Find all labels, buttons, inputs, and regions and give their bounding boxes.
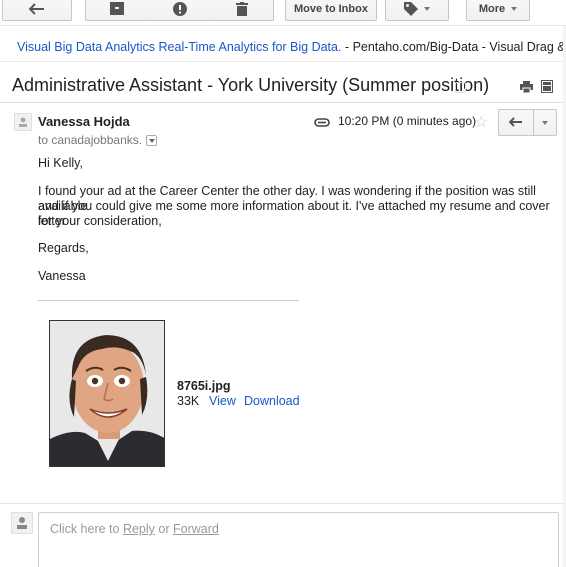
reply-box[interactable]: Click here to Reply or Forward [38, 512, 559, 567]
divider [0, 61, 566, 62]
divider [0, 503, 566, 504]
avatar [14, 113, 32, 131]
move-to-inbox-button[interactable]: Move to Inbox [285, 0, 377, 21]
attachment-size: 33K [177, 394, 200, 408]
signature: Vanessa [38, 269, 86, 283]
greeting: Hi Kelly, [38, 156, 83, 170]
chevron-down-icon [424, 6, 430, 11]
back-arrow-icon [29, 2, 44, 15]
attachment-view-link[interactable]: View [209, 394, 236, 408]
ad-banner: Visual Big Data Analytics Real-Time Anal… [17, 40, 566, 54]
chevron-down-icon [511, 6, 518, 11]
toolbar: Move to Inbox More [0, 0, 566, 26]
attachment-download-link[interactable]: Download [244, 394, 300, 408]
reply-or: or [154, 522, 173, 536]
archive-icon [110, 2, 124, 15]
forward-link[interactable]: Forward [173, 522, 219, 536]
more-label: More [478, 2, 506, 15]
reply-button[interactable] [498, 109, 534, 136]
attachment-filename: 8765i.jpg [177, 379, 231, 393]
delete-button[interactable] [211, 0, 274, 21]
sender-name[interactable]: Vanessa Hojda [38, 114, 130, 129]
ad-domain[interactable]: Pentaho.com/Big-Data [353, 40, 479, 54]
star-icon[interactable]: ☆ [474, 112, 488, 132]
timestamp: 10:20 PM (0 minutes ago) [338, 114, 477, 128]
recipients-text: to canadajobbanks. [38, 133, 143, 147]
report-spam-button[interactable] [148, 0, 212, 21]
ad-separator: - [341, 40, 353, 54]
more-button[interactable]: More [466, 0, 530, 21]
attachment-clip-icon [314, 115, 330, 130]
closing: Regards, [38, 241, 89, 255]
spam-icon [172, 1, 187, 16]
back-button[interactable] [2, 0, 72, 21]
reply-link[interactable]: Reply [123, 522, 155, 536]
message-more-button[interactable] [533, 109, 557, 136]
reply-arrow-icon [509, 117, 522, 127]
label-tag-icon [404, 1, 418, 16]
ad-link[interactable]: Visual Big Data Analytics Real-Time Anal… [17, 40, 341, 54]
person-icon [19, 117, 27, 127]
email-subject: Administrative Assistant - York Universi… [12, 75, 490, 95]
trash-icon [236, 1, 248, 16]
new-window-icon[interactable] [541, 80, 553, 96]
chevron-down-icon [542, 120, 548, 125]
avatar [11, 512, 33, 534]
print-icon[interactable] [520, 81, 533, 96]
archive-button[interactable] [85, 0, 149, 21]
attachment-divider [38, 300, 299, 301]
person-icon [17, 517, 27, 529]
reply-prefix: Click here to [50, 522, 123, 536]
ad-description: - Visual Drag & Drop Big [481, 40, 566, 54]
important-marker-icon[interactable] [455, 82, 466, 93]
divider [0, 102, 566, 103]
body-line: for your consideration, [38, 214, 162, 228]
show-details-icon[interactable] [146, 135, 158, 147]
labels-button[interactable] [385, 0, 449, 21]
move-to-inbox-label: Move to Inbox [294, 2, 368, 15]
attachment-thumbnail[interactable] [49, 320, 165, 467]
face-photo-icon [50, 321, 164, 466]
recipients-line: to canadajobbanks. [38, 133, 158, 147]
